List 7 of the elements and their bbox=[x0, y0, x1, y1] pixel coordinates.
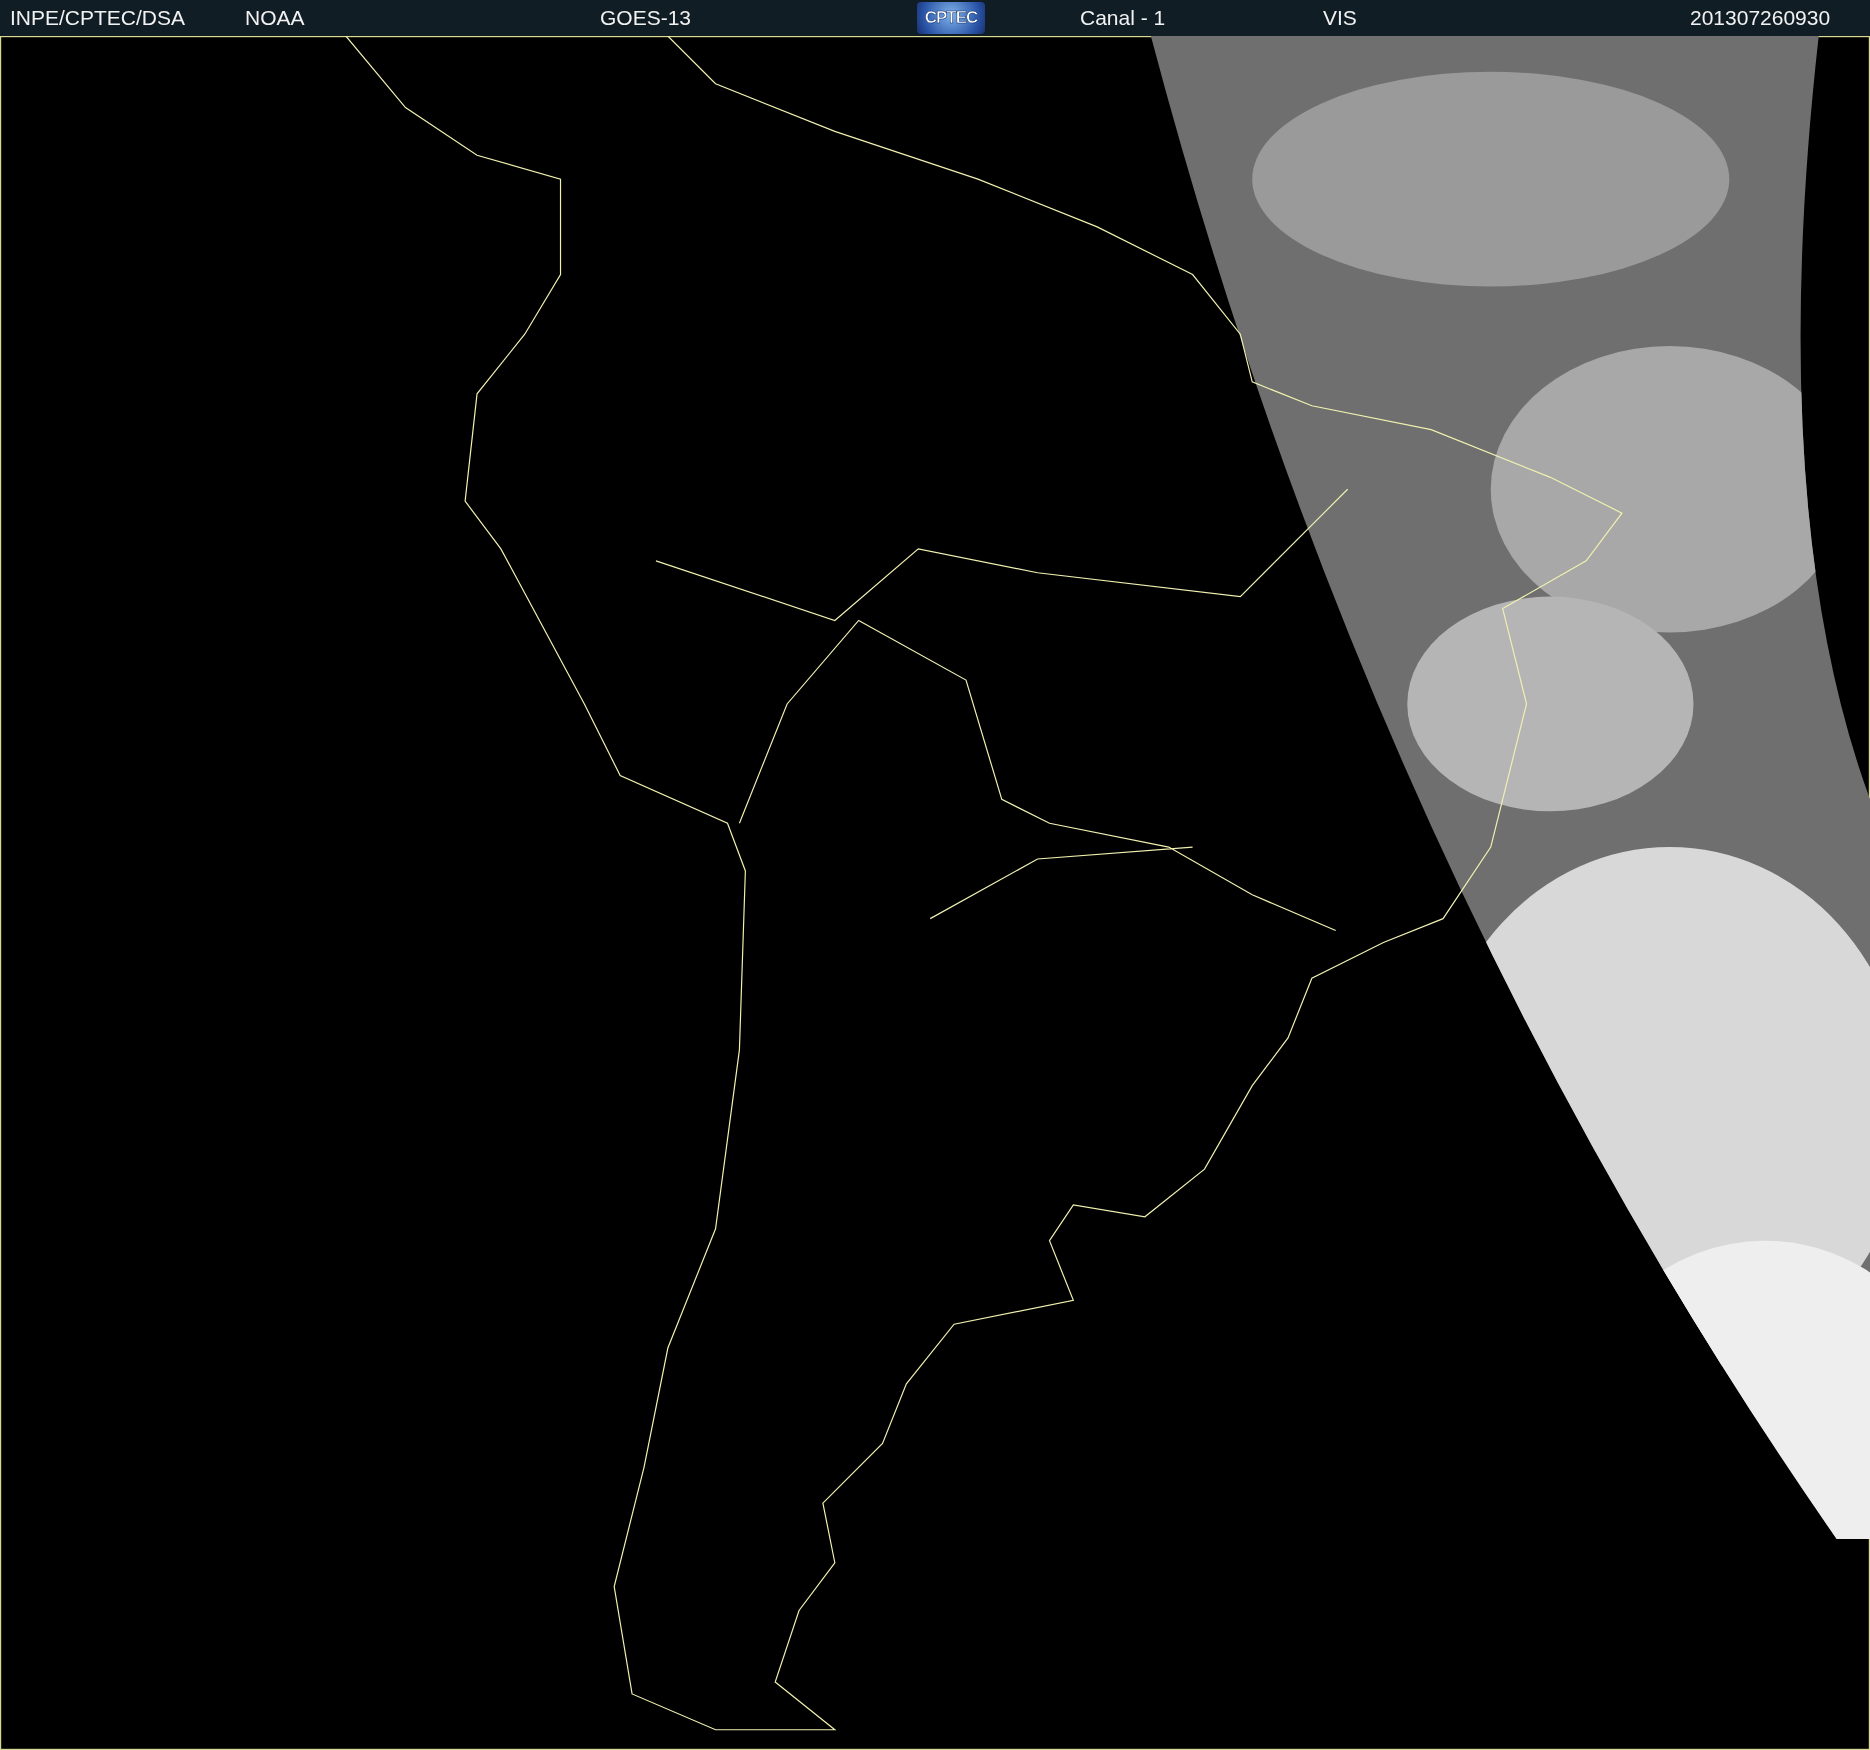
timestamp-label: 201307260930 bbox=[1690, 6, 1831, 30]
channel-label: Canal - 1 bbox=[1080, 6, 1166, 30]
source-label: INPE/CPTEC/DSA bbox=[10, 6, 186, 30]
satellite-label: GOES-13 bbox=[600, 6, 692, 30]
logo: CPTEC bbox=[917, 2, 985, 34]
agency-label: NOAA bbox=[245, 6, 305, 30]
band-label: VIS bbox=[1323, 6, 1357, 30]
